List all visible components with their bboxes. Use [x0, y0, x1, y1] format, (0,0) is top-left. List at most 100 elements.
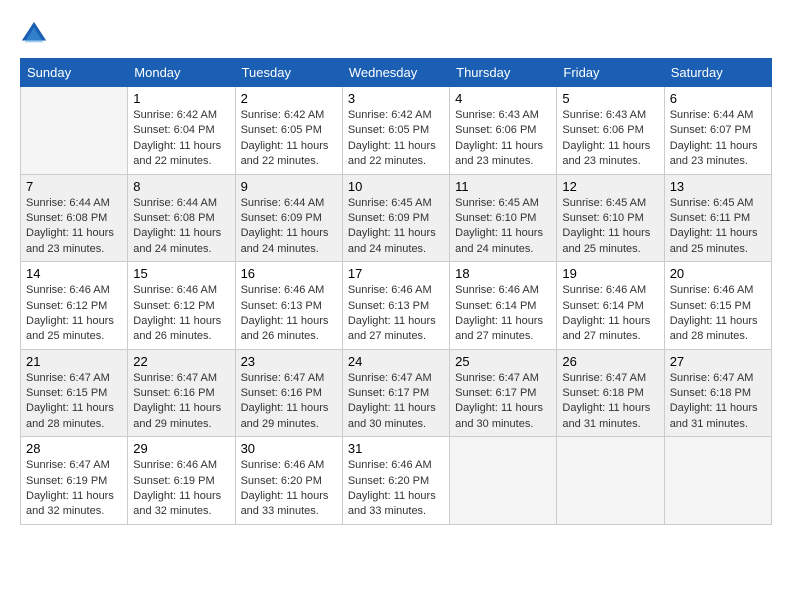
calendar-cell: 4 Sunrise: 6:43 AMSunset: 6:06 PMDaylight…	[450, 87, 557, 175]
calendar-cell: 10 Sunrise: 6:45 AMSunset: 6:09 PMDayligh…	[342, 174, 449, 262]
day-info: Sunrise: 6:46 AMSunset: 6:12 PMDaylight:…	[26, 283, 122, 345]
day-number: 27	[670, 354, 766, 369]
day-number: 11	[455, 179, 551, 194]
day-number: 16	[241, 266, 337, 281]
day-number: 14	[26, 266, 122, 281]
calendar-cell: 3 Sunrise: 6:42 AMSunset: 6:05 PMDaylight…	[342, 87, 449, 175]
calendar-cell: 9 Sunrise: 6:44 AMSunset: 6:09 PMDaylight…	[235, 174, 342, 262]
col-header-saturday: Saturday	[664, 59, 771, 87]
day-number: 2	[241, 91, 337, 106]
day-info: Sunrise: 6:47 AMSunset: 6:17 PMDaylight:…	[348, 371, 444, 433]
page-header	[20, 20, 772, 48]
day-number: 10	[348, 179, 444, 194]
day-info: Sunrise: 6:47 AMSunset: 6:18 PMDaylight:…	[670, 371, 766, 433]
day-number: 18	[455, 266, 551, 281]
day-info: Sunrise: 6:45 AMSunset: 6:10 PMDaylight:…	[562, 196, 658, 258]
calendar-header-row: SundayMondayTuesdayWednesdayThursdayFrid…	[21, 59, 772, 87]
calendar-cell: 8 Sunrise: 6:44 AMSunset: 6:08 PMDaylight…	[128, 174, 235, 262]
calendar-cell: 30 Sunrise: 6:46 AMSunset: 6:20 PMDayligh…	[235, 437, 342, 525]
day-number: 8	[133, 179, 229, 194]
day-info: Sunrise: 6:43 AMSunset: 6:06 PMDaylight:…	[455, 108, 551, 170]
calendar-cell: 6 Sunrise: 6:44 AMSunset: 6:07 PMDaylight…	[664, 87, 771, 175]
col-header-sunday: Sunday	[21, 59, 128, 87]
day-number: 23	[241, 354, 337, 369]
calendar-cell: 24 Sunrise: 6:47 AMSunset: 6:17 PMDayligh…	[342, 349, 449, 437]
calendar-cell: 25 Sunrise: 6:47 AMSunset: 6:17 PMDayligh…	[450, 349, 557, 437]
calendar-cell: 16 Sunrise: 6:46 AMSunset: 6:13 PMDayligh…	[235, 262, 342, 350]
day-info: Sunrise: 6:46 AMSunset: 6:14 PMDaylight:…	[455, 283, 551, 345]
day-number: 5	[562, 91, 658, 106]
day-info: Sunrise: 6:46 AMSunset: 6:20 PMDaylight:…	[241, 458, 337, 520]
calendar-cell: 2 Sunrise: 6:42 AMSunset: 6:05 PMDaylight…	[235, 87, 342, 175]
day-number: 28	[26, 441, 122, 456]
day-info: Sunrise: 6:46 AMSunset: 6:20 PMDaylight:…	[348, 458, 444, 520]
calendar-cell: 15 Sunrise: 6:46 AMSunset: 6:12 PMDayligh…	[128, 262, 235, 350]
day-info: Sunrise: 6:46 AMSunset: 6:12 PMDaylight:…	[133, 283, 229, 345]
day-info: Sunrise: 6:42 AMSunset: 6:04 PMDaylight:…	[133, 108, 229, 170]
calendar-cell: 28 Sunrise: 6:47 AMSunset: 6:19 PMDayligh…	[21, 437, 128, 525]
calendar-cell: 29 Sunrise: 6:46 AMSunset: 6:19 PMDayligh…	[128, 437, 235, 525]
day-info: Sunrise: 6:46 AMSunset: 6:13 PMDaylight:…	[241, 283, 337, 345]
calendar-cell: 20 Sunrise: 6:46 AMSunset: 6:15 PMDayligh…	[664, 262, 771, 350]
day-number: 12	[562, 179, 658, 194]
day-info: Sunrise: 6:47 AMSunset: 6:17 PMDaylight:…	[455, 371, 551, 433]
calendar-cell: 18 Sunrise: 6:46 AMSunset: 6:14 PMDayligh…	[450, 262, 557, 350]
day-number: 3	[348, 91, 444, 106]
day-info: Sunrise: 6:45 AMSunset: 6:09 PMDaylight:…	[348, 196, 444, 258]
day-info: Sunrise: 6:46 AMSunset: 6:13 PMDaylight:…	[348, 283, 444, 345]
calendar-week-row: 28 Sunrise: 6:47 AMSunset: 6:19 PMDayligh…	[21, 437, 772, 525]
day-number: 7	[26, 179, 122, 194]
day-number: 9	[241, 179, 337, 194]
day-info: Sunrise: 6:47 AMSunset: 6:18 PMDaylight:…	[562, 371, 658, 433]
day-number: 6	[670, 91, 766, 106]
day-info: Sunrise: 6:47 AMSunset: 6:19 PMDaylight:…	[26, 458, 122, 520]
calendar-cell: 11 Sunrise: 6:45 AMSunset: 6:10 PMDayligh…	[450, 174, 557, 262]
logo	[20, 20, 54, 48]
day-number: 30	[241, 441, 337, 456]
calendar-week-row: 21 Sunrise: 6:47 AMSunset: 6:15 PMDayligh…	[21, 349, 772, 437]
calendar-cell: 27 Sunrise: 6:47 AMSunset: 6:18 PMDayligh…	[664, 349, 771, 437]
calendar-cell: 1Sunrise: 6:42 AMSunset: 6:04 PMDaylight…	[128, 87, 235, 175]
day-info: Sunrise: 6:46 AMSunset: 6:14 PMDaylight:…	[562, 283, 658, 345]
col-header-wednesday: Wednesday	[342, 59, 449, 87]
calendar-cell	[21, 87, 128, 175]
day-number: 17	[348, 266, 444, 281]
calendar-cell: 13Sunrise: 6:45 AMSunset: 6:11 PMDayligh…	[664, 174, 771, 262]
calendar-week-row: 14 Sunrise: 6:46 AMSunset: 6:12 PMDayligh…	[21, 262, 772, 350]
day-number: 25	[455, 354, 551, 369]
day-info: Sunrise: 6:46 AMSunset: 6:19 PMDaylight:…	[133, 458, 229, 520]
calendar-cell: 31 Sunrise: 6:46 AMSunset: 6:20 PMDayligh…	[342, 437, 449, 525]
day-info: Sunrise: 6:44 AMSunset: 6:07 PMDaylight:…	[670, 108, 766, 170]
day-info: Sunrise: 6:46 AMSunset: 6:15 PMDaylight:…	[670, 283, 766, 345]
day-number: 20	[670, 266, 766, 281]
day-info: Sunrise: 6:44 AMSunset: 6:08 PMDaylight:…	[133, 196, 229, 258]
calendar-cell	[450, 437, 557, 525]
calendar-cell: 7 Sunrise: 6:44 AMSunset: 6:08 PMDaylight…	[21, 174, 128, 262]
day-info: Sunrise: 6:44 AMSunset: 6:09 PMDaylight:…	[241, 196, 337, 258]
day-number: 24	[348, 354, 444, 369]
day-number: 21	[26, 354, 122, 369]
calendar-cell: 23 Sunrise: 6:47 AMSunset: 6:16 PMDayligh…	[235, 349, 342, 437]
day-info: Sunrise: 6:42 AMSunset: 6:05 PMDaylight:…	[241, 108, 337, 170]
day-number: 31	[348, 441, 444, 456]
day-number: 13	[670, 179, 766, 194]
day-info: Sunrise: 6:47 AMSunset: 6:15 PMDaylight:…	[26, 371, 122, 433]
calendar-cell: 12 Sunrise: 6:45 AMSunset: 6:10 PMDayligh…	[557, 174, 664, 262]
logo-icon	[20, 20, 48, 48]
calendar-week-row: 7 Sunrise: 6:44 AMSunset: 6:08 PMDaylight…	[21, 174, 772, 262]
day-number: 4	[455, 91, 551, 106]
calendar-cell: 21 Sunrise: 6:47 AMSunset: 6:15 PMDayligh…	[21, 349, 128, 437]
col-header-thursday: Thursday	[450, 59, 557, 87]
calendar-cell: 22Sunrise: 6:47 AMSunset: 6:16 PMDayligh…	[128, 349, 235, 437]
day-number: 29	[133, 441, 229, 456]
day-number: 15	[133, 266, 229, 281]
col-header-friday: Friday	[557, 59, 664, 87]
calendar-cell: 5Sunrise: 6:43 AMSunset: 6:06 PMDaylight…	[557, 87, 664, 175]
day-info: Sunrise: 6:47 AMSunset: 6:16 PMDaylight:…	[241, 371, 337, 433]
day-info: Sunrise: 6:44 AMSunset: 6:08 PMDaylight:…	[26, 196, 122, 258]
calendar-cell: 14 Sunrise: 6:46 AMSunset: 6:12 PMDayligh…	[21, 262, 128, 350]
calendar-table: SundayMondayTuesdayWednesdayThursdayFrid…	[20, 58, 772, 525]
calendar-cell: 19Sunrise: 6:46 AMSunset: 6:14 PMDayligh…	[557, 262, 664, 350]
day-info: Sunrise: 6:42 AMSunset: 6:05 PMDaylight:…	[348, 108, 444, 170]
day-info: Sunrise: 6:45 AMSunset: 6:10 PMDaylight:…	[455, 196, 551, 258]
